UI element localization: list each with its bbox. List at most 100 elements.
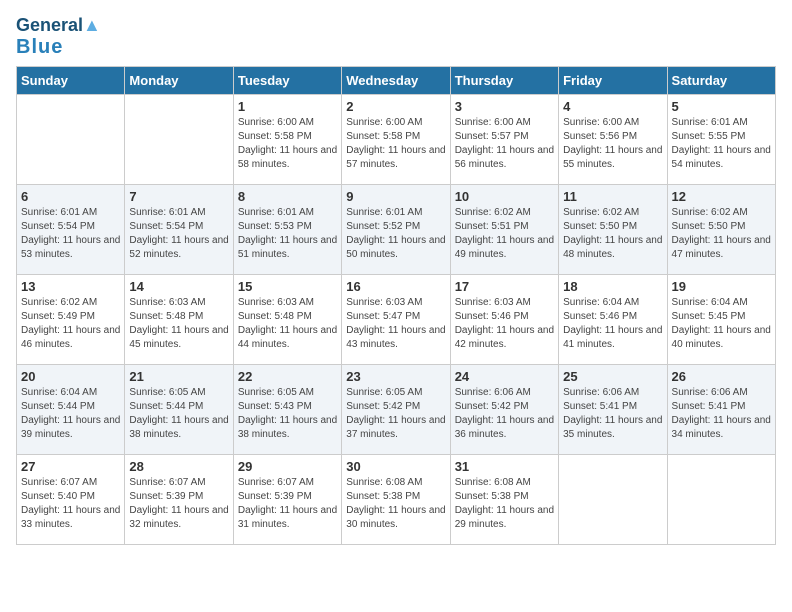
day-number: 6 bbox=[21, 189, 120, 204]
calendar-cell: 11 Sunrise: 6:02 AM Sunset: 5:50 PM Dayli… bbox=[559, 184, 667, 274]
calendar-cell: 22 Sunrise: 6:05 AM Sunset: 5:43 PM Dayli… bbox=[233, 364, 341, 454]
calendar-cell: 15 Sunrise: 6:03 AM Sunset: 5:48 PM Dayli… bbox=[233, 274, 341, 364]
calendar-cell: 25Sunrise: 6:06 AM Sunset: 5:41 PM Dayli… bbox=[559, 364, 667, 454]
day-of-week-header: Thursday bbox=[450, 66, 558, 94]
day-info: Sunrise: 6:08 AM Sunset: 5:38 PM Dayligh… bbox=[346, 476, 445, 532]
calendar-cell: 2 Sunrise: 6:00 AM Sunset: 5:58 PM Daylig… bbox=[342, 94, 450, 184]
calendar-cell: 23 Sunrise: 6:05 AM Sunset: 5:42 PM Dayli… bbox=[342, 364, 450, 454]
day-number: 7 bbox=[129, 189, 228, 204]
day-of-week-header: Wednesday bbox=[342, 66, 450, 94]
day-number: 29 bbox=[238, 459, 337, 474]
logo: General▲ Blue bbox=[16, 16, 101, 58]
day-info: Sunrise: 6:03 AM Sunset: 5:46 PM Dayligh… bbox=[455, 296, 554, 352]
calendar-cell: 26 Sunrise: 6:06 AM Sunset: 5:41 PM Dayli… bbox=[667, 364, 775, 454]
calendar-cell: 29Sunrise: 6:07 AM Sunset: 5:39 PM Dayli… bbox=[233, 454, 341, 544]
day-number: 30 bbox=[346, 459, 445, 474]
day-info: Sunrise: 6:04 AM Sunset: 5:46 PM Dayligh… bbox=[563, 296, 662, 352]
day-info: Sunrise: 6:00 AM Sunset: 5:58 PM Dayligh… bbox=[238, 116, 337, 172]
calendar-cell: 9 Sunrise: 6:01 AM Sunset: 5:52 PM Daylig… bbox=[342, 184, 450, 274]
calendar-cell: 13 Sunrise: 6:02 AM Sunset: 5:49 PM Dayli… bbox=[17, 274, 125, 364]
day-info: Sunrise: 6:05 AM Sunset: 5:42 PM Dayligh… bbox=[346, 386, 445, 442]
calendar-week-row: 27 Sunrise: 6:07 AM Sunset: 5:40 PM Dayli… bbox=[17, 454, 776, 544]
day-number: 26 bbox=[672, 369, 771, 384]
day-info: Sunrise: 6:01 AM Sunset: 5:53 PM Dayligh… bbox=[238, 206, 337, 262]
day-number: 27 bbox=[21, 459, 120, 474]
day-of-week-header: Tuesday bbox=[233, 66, 341, 94]
day-info: Sunrise: 6:00 AM Sunset: 5:57 PM Dayligh… bbox=[455, 116, 554, 172]
day-number: 16 bbox=[346, 279, 445, 294]
day-number: 13 bbox=[21, 279, 120, 294]
calendar-cell: 8 Sunrise: 6:01 AM Sunset: 5:53 PM Daylig… bbox=[233, 184, 341, 274]
calendar-cell: 27 Sunrise: 6:07 AM Sunset: 5:40 PM Dayli… bbox=[17, 454, 125, 544]
calendar-week-row: 13 Sunrise: 6:02 AM Sunset: 5:49 PM Dayli… bbox=[17, 274, 776, 364]
day-number: 24 bbox=[455, 369, 554, 384]
day-info: Sunrise: 6:07 AM Sunset: 5:40 PM Dayligh… bbox=[21, 476, 120, 532]
day-info: Sunrise: 6:06 AM Sunset: 5:42 PM Dayligh… bbox=[455, 386, 554, 442]
day-info: Sunrise: 6:01 AM Sunset: 5:55 PM Dayligh… bbox=[672, 116, 771, 172]
calendar-cell bbox=[125, 94, 233, 184]
day-number: 19 bbox=[672, 279, 771, 294]
day-info: Sunrise: 6:02 AM Sunset: 5:50 PM Dayligh… bbox=[563, 206, 662, 262]
day-number: 11 bbox=[563, 189, 662, 204]
day-info: Sunrise: 6:01 AM Sunset: 5:54 PM Dayligh… bbox=[21, 206, 120, 262]
day-info: Sunrise: 6:01 AM Sunset: 5:54 PM Dayligh… bbox=[129, 206, 228, 262]
day-info: Sunrise: 6:08 AM Sunset: 5:38 PM Dayligh… bbox=[455, 476, 554, 532]
day-info: Sunrise: 6:06 AM Sunset: 5:41 PM Dayligh… bbox=[672, 386, 771, 442]
day-of-week-header: Monday bbox=[125, 66, 233, 94]
day-number: 1 bbox=[238, 99, 337, 114]
day-number: 23 bbox=[346, 369, 445, 384]
day-number: 28 bbox=[129, 459, 228, 474]
day-info: Sunrise: 6:02 AM Sunset: 5:49 PM Dayligh… bbox=[21, 296, 120, 352]
calendar-cell: 17 Sunrise: 6:03 AM Sunset: 5:46 PM Dayli… bbox=[450, 274, 558, 364]
day-number: 9 bbox=[346, 189, 445, 204]
calendar-header-row: SundayMondayTuesdayWednesdayThursdayFrid… bbox=[17, 66, 776, 94]
day-info: Sunrise: 6:07 AM Sunset: 5:39 PM Dayligh… bbox=[129, 476, 228, 532]
day-number: 25 bbox=[563, 369, 662, 384]
calendar-cell: 14 Sunrise: 6:03 AM Sunset: 5:48 PM Dayli… bbox=[125, 274, 233, 364]
calendar-week-row: 20Sunrise: 6:04 AM Sunset: 5:44 PM Dayli… bbox=[17, 364, 776, 454]
day-info: Sunrise: 6:00 AM Sunset: 5:58 PM Dayligh… bbox=[346, 116, 445, 172]
calendar-cell: 3 Sunrise: 6:00 AM Sunset: 5:57 PM Daylig… bbox=[450, 94, 558, 184]
day-number: 17 bbox=[455, 279, 554, 294]
day-info: Sunrise: 6:01 AM Sunset: 5:52 PM Dayligh… bbox=[346, 206, 445, 262]
calendar-cell: 18 Sunrise: 6:04 AM Sunset: 5:46 PM Dayli… bbox=[559, 274, 667, 364]
header: General▲ Blue bbox=[16, 16, 776, 58]
calendar-cell: 30 Sunrise: 6:08 AM Sunset: 5:38 PM Dayli… bbox=[342, 454, 450, 544]
day-info: Sunrise: 6:00 AM Sunset: 5:56 PM Dayligh… bbox=[563, 116, 662, 172]
calendar-cell: 16 Sunrise: 6:03 AM Sunset: 5:47 PM Dayli… bbox=[342, 274, 450, 364]
day-number: 22 bbox=[238, 369, 337, 384]
day-number: 3 bbox=[455, 99, 554, 114]
calendar-cell: 1 Sunrise: 6:00 AM Sunset: 5:58 PM Daylig… bbox=[233, 94, 341, 184]
day-number: 10 bbox=[455, 189, 554, 204]
calendar-week-row: 6 Sunrise: 6:01 AM Sunset: 5:54 PM Daylig… bbox=[17, 184, 776, 274]
calendar-cell: 10Sunrise: 6:02 AM Sunset: 5:51 PM Dayli… bbox=[450, 184, 558, 274]
day-number: 18 bbox=[563, 279, 662, 294]
day-number: 4 bbox=[563, 99, 662, 114]
day-info: Sunrise: 6:03 AM Sunset: 5:47 PM Dayligh… bbox=[346, 296, 445, 352]
calendar-week-row: 1 Sunrise: 6:00 AM Sunset: 5:58 PM Daylig… bbox=[17, 94, 776, 184]
calendar-cell bbox=[559, 454, 667, 544]
day-number: 5 bbox=[672, 99, 771, 114]
day-number: 15 bbox=[238, 279, 337, 294]
calendar-cell: 28 Sunrise: 6:07 AM Sunset: 5:39 PM Dayli… bbox=[125, 454, 233, 544]
day-info: Sunrise: 6:04 AM Sunset: 5:45 PM Dayligh… bbox=[672, 296, 771, 352]
calendar-cell bbox=[17, 94, 125, 184]
day-number: 8 bbox=[238, 189, 337, 204]
calendar-table: SundayMondayTuesdayWednesdayThursdayFrid… bbox=[16, 66, 776, 545]
day-info: Sunrise: 6:05 AM Sunset: 5:43 PM Dayligh… bbox=[238, 386, 337, 442]
day-info: Sunrise: 6:03 AM Sunset: 5:48 PM Dayligh… bbox=[238, 296, 337, 352]
day-of-week-header: Sunday bbox=[17, 66, 125, 94]
calendar-cell bbox=[667, 454, 775, 544]
day-number: 2 bbox=[346, 99, 445, 114]
calendar-cell: 7 Sunrise: 6:01 AM Sunset: 5:54 PM Daylig… bbox=[125, 184, 233, 274]
day-number: 12 bbox=[672, 189, 771, 204]
day-info: Sunrise: 6:02 AM Sunset: 5:50 PM Dayligh… bbox=[672, 206, 771, 262]
calendar-cell: 12 Sunrise: 6:02 AM Sunset: 5:50 PM Dayli… bbox=[667, 184, 775, 274]
day-of-week-header: Saturday bbox=[667, 66, 775, 94]
day-info: Sunrise: 6:03 AM Sunset: 5:48 PM Dayligh… bbox=[129, 296, 228, 352]
day-info: Sunrise: 6:04 AM Sunset: 5:44 PM Dayligh… bbox=[21, 386, 120, 442]
calendar-cell: 4 Sunrise: 6:00 AM Sunset: 5:56 PM Daylig… bbox=[559, 94, 667, 184]
day-number: 14 bbox=[129, 279, 228, 294]
day-of-week-header: Friday bbox=[559, 66, 667, 94]
calendar-cell: 20Sunrise: 6:04 AM Sunset: 5:44 PM Dayli… bbox=[17, 364, 125, 454]
